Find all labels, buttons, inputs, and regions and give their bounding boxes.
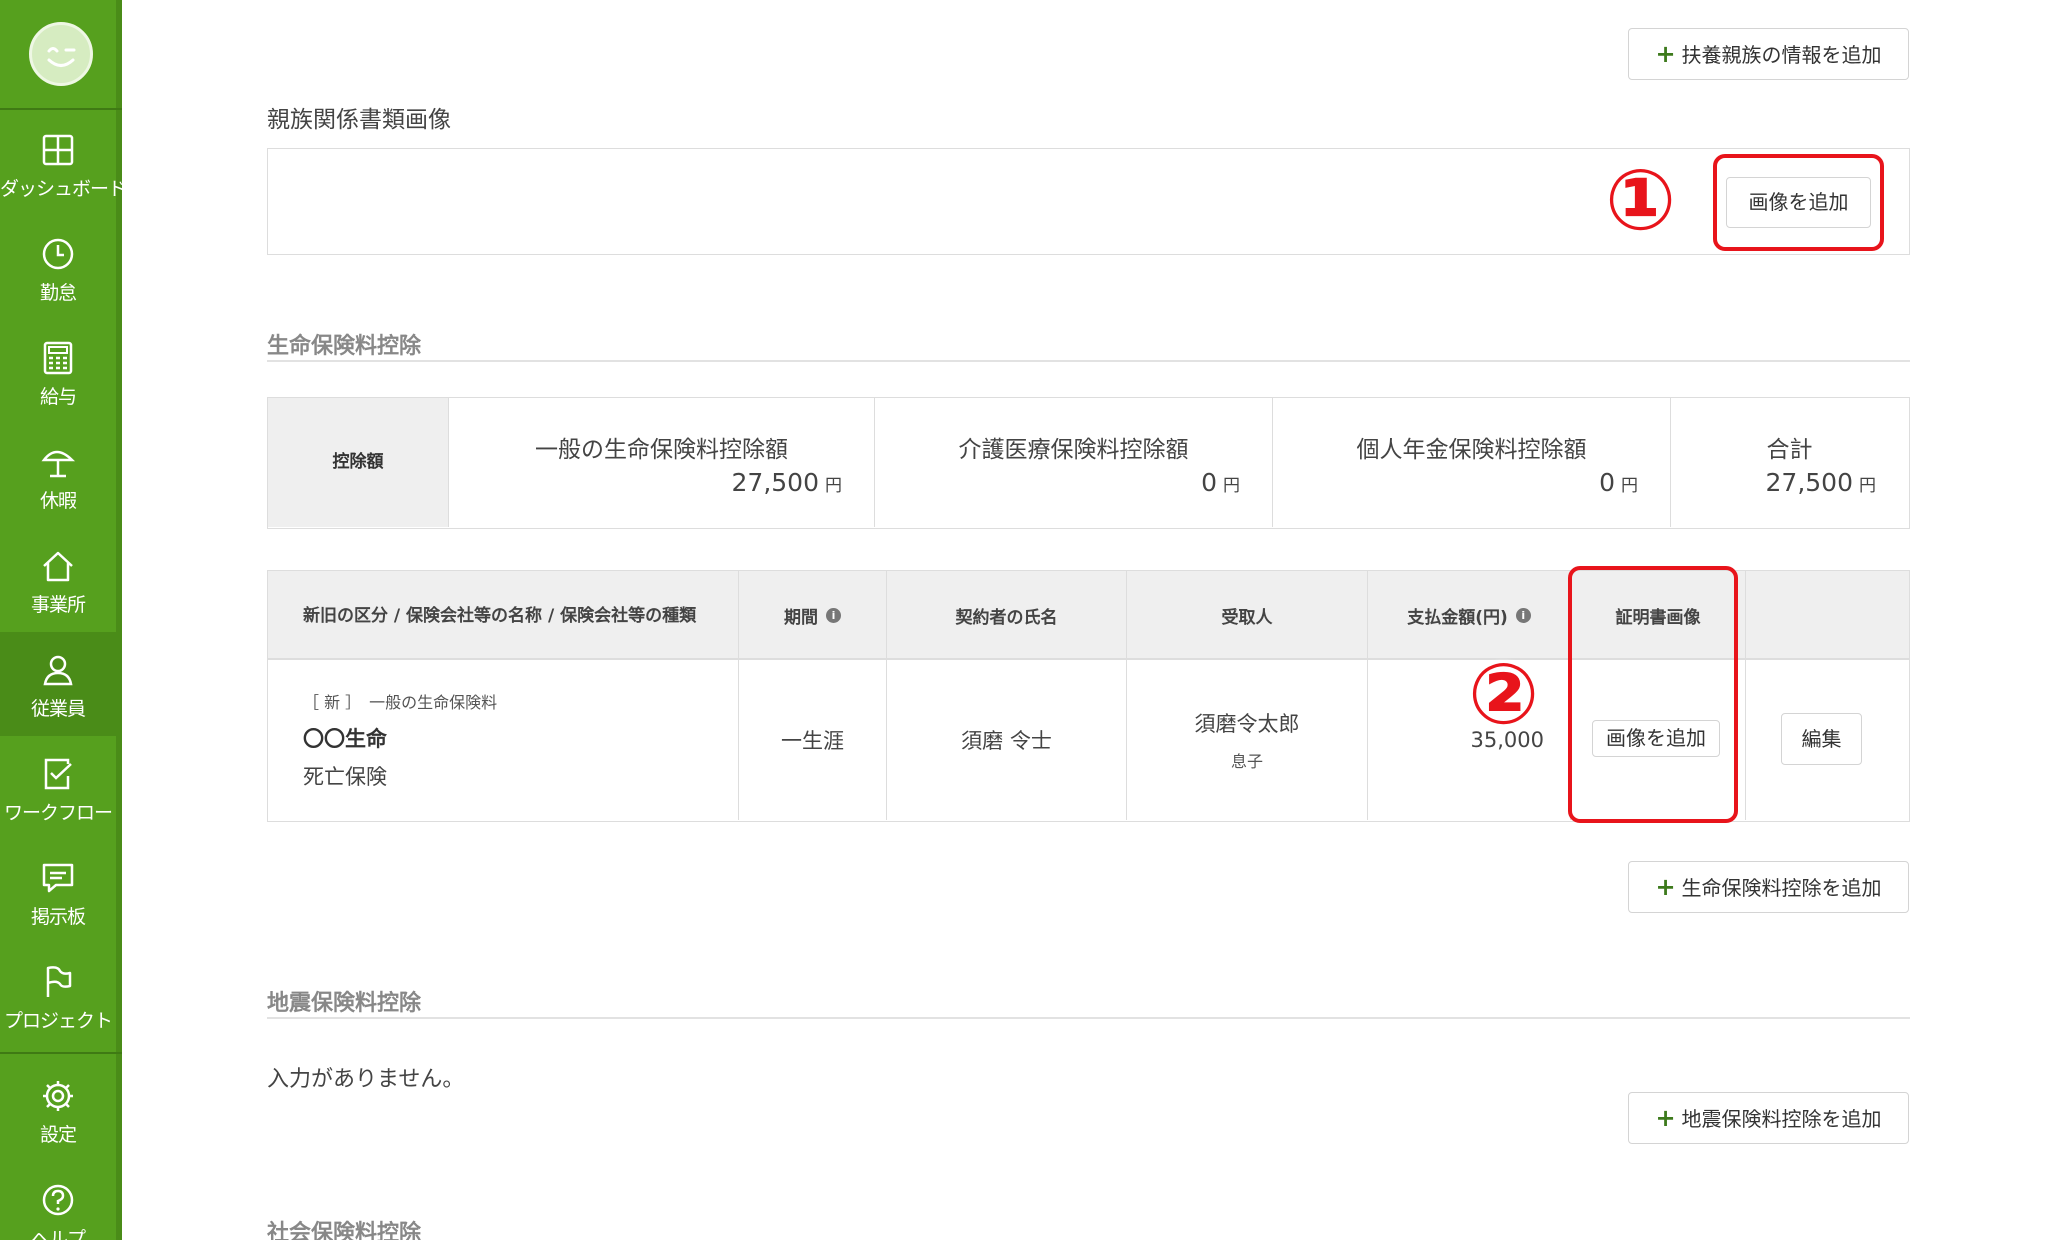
edit-button[interactable]: 編集 (1781, 713, 1862, 765)
sidebar-item-label: 従業員 (30, 698, 86, 720)
sidebar-item-payroll[interactable]: 給与 (0, 320, 116, 424)
annotation-one: ① (1605, 151, 1677, 249)
add-life-insurance-label: 生命保険料控除を追加 (1681, 876, 1882, 900)
plus-icon: + (1655, 1104, 1676, 1132)
sidebar-item-label: ダッシュボード (0, 178, 127, 200)
sidebar-item-label: 休暇 (39, 490, 77, 512)
column-contractor: 契約者の氏名 須磨 令士 (887, 571, 1127, 820)
sidebar-divider (0, 108, 122, 110)
add-certificate-image-button[interactable]: 画像を追加 (1592, 720, 1720, 757)
earthquake-insurance-title: 地震保険料控除 (267, 991, 422, 1016)
sidebar: ダッシュボード 勤怠 給与 休暇 事業所 従業員 ワークフロー 掲示板 プロジェ… (0, 0, 127, 1240)
smile-logo-icon (47, 47, 76, 67)
sidebar-item-label: 勤怠 (39, 282, 77, 304)
sidebar-item-project[interactable]: プロジェクト (0, 944, 116, 1048)
add-dependent-label: 扶養親族の情報を追加 (1681, 43, 1882, 67)
info-icon[interactable]: i (826, 608, 841, 623)
clock-icon (42, 238, 74, 270)
summary-header: 控除額 (268, 398, 449, 527)
life-insurance-summary-table: 控除額 一般の生命保険料控除額 27,500 円 介護医療保険料控除額 0円 個人… (267, 397, 1910, 529)
summary-value: 27,500 円 (731, 468, 842, 497)
sidebar-item-board[interactable]: 掲示板 (0, 840, 116, 944)
summary-label: 介護医療保険料控除額 (958, 437, 1189, 463)
summary-value: 0円 (1599, 468, 1638, 497)
sidebar-item-settings[interactable]: 設定 (0, 1058, 116, 1162)
summary-label: 一般の生命保険料控除額 (535, 437, 788, 463)
column-period: 期間 i 一生涯 (739, 571, 887, 820)
header-period: 期間 i (739, 571, 886, 660)
sidebar-item-help[interactable]: ヘルプ (0, 1162, 116, 1240)
plus-icon: + (1655, 40, 1676, 68)
column-actions (1746, 571, 1908, 820)
recipient-name: 須磨令太郎 (1194, 712, 1300, 736)
beach-umbrella-icon (41, 450, 76, 478)
section-divider (267, 360, 1910, 362)
sidebar-item-label: 給与 (39, 386, 77, 408)
calculator-icon (43, 341, 73, 375)
life-insurance-title: 生命保険料控除 (267, 334, 422, 359)
sidebar-item-dashboard[interactable]: ダッシュボード (0, 112, 127, 216)
sidebar-item-workflow[interactable]: ワークフロー (0, 736, 116, 840)
insurance-kind: 死亡保険 (303, 765, 387, 789)
contractor-cell: 須磨 令士 (961, 729, 1052, 753)
sidebar-item-employees[interactable]: 従業員 (0, 632, 116, 736)
home-icon (43, 551, 73, 582)
section-divider (267, 1017, 1910, 1019)
header-category: 新旧の区分 / 保険会社等の名称 / 保険会社等の種類 (303, 605, 697, 626)
company-name: 〇〇生命 (303, 727, 387, 751)
gear-icon (43, 1081, 73, 1111)
doc-images-title: 親族関係書類画像 (267, 107, 451, 133)
recipient-cell: 須磨令太郎 息子 (1127, 660, 1367, 820)
summary-cell-medical: 介護医療保険料控除額 0円 (875, 398, 1273, 527)
add-earthquake-insurance-label: 地震保険料控除を追加 (1681, 1107, 1882, 1131)
plus-icon: + (1655, 873, 1676, 901)
info-icon[interactable]: i (1515, 608, 1531, 623)
checklist-icon (44, 758, 72, 790)
sidebar-item-attendance[interactable]: 勤怠 (0, 216, 116, 320)
column-category: 新旧の区分 / 保険会社等の名称 / 保険会社等の種類 ［ 新 ］ 一般の生命保… (268, 571, 739, 820)
help-icon (42, 1184, 74, 1216)
column-recipient: 受取人 須磨令太郎 息子 (1127, 571, 1368, 820)
category-cell: ［ 新 ］ 一般の生命保険料 〇〇生命 死亡保険 (268, 660, 738, 820)
sidebar-item-label: 掲示板 (30, 906, 86, 928)
earthquake-empty-text: 入力がありません。 (267, 1067, 465, 1092)
summary-value: 27,500 円 (1765, 468, 1876, 497)
header-contractor: 契約者の氏名 (955, 608, 1058, 628)
add-earthquake-insurance-button[interactable]: + 地震保険料控除を追加 (1628, 1092, 1909, 1144)
summary-value: 0円 (1201, 468, 1240, 497)
sidebar-item-label: 設定 (39, 1124, 77, 1146)
summary-cell-general: 一般の生命保険料控除額 27,500 円 (449, 398, 875, 527)
type-line: ［ 新 ］ 一般の生命保険料 (303, 693, 498, 712)
flag-icon (46, 966, 72, 997)
add-dependent-button[interactable]: + 扶養親族の情報を追加 (1628, 28, 1909, 80)
period-cell: 一生涯 (781, 729, 844, 753)
summary-cell-pension: 個人年金保険料控除額 0円 (1273, 398, 1671, 527)
annotation-two: ② (1468, 645, 1540, 743)
social-insurance-title: 社会保険料控除 (267, 1221, 422, 1240)
add-life-insurance-button[interactable]: + 生命保険料控除を追加 (1628, 861, 1909, 913)
header-recipient: 受取人 (1221, 608, 1273, 628)
summary-label: 個人年金保険料控除額 (1356, 437, 1587, 463)
dashboard-icon (42, 134, 74, 166)
sidebar-item-label: ヘルプ (30, 1228, 86, 1240)
annotation-box-two (1568, 566, 1738, 823)
add-doc-image-button[interactable]: 画像を追加 (1726, 177, 1871, 228)
sidebar-divider (0, 1052, 122, 1054)
recipient-relation: 息子 (1230, 752, 1263, 771)
summary-label: 合計 (1766, 437, 1813, 463)
message-icon (42, 863, 74, 893)
person-icon (43, 655, 73, 686)
logo[interactable] (29, 22, 93, 86)
sidebar-item-label: ワークフロー (3, 802, 113, 824)
summary-cell-total: 合計 27,500 円 (1671, 398, 1908, 527)
sidebar-item-leave[interactable]: 休暇 (0, 424, 116, 528)
sidebar-item-label: プロジェクト (3, 1010, 113, 1032)
sidebar-item-office[interactable]: 事業所 (0, 528, 116, 632)
sidebar-item-label: 事業所 (30, 594, 86, 616)
